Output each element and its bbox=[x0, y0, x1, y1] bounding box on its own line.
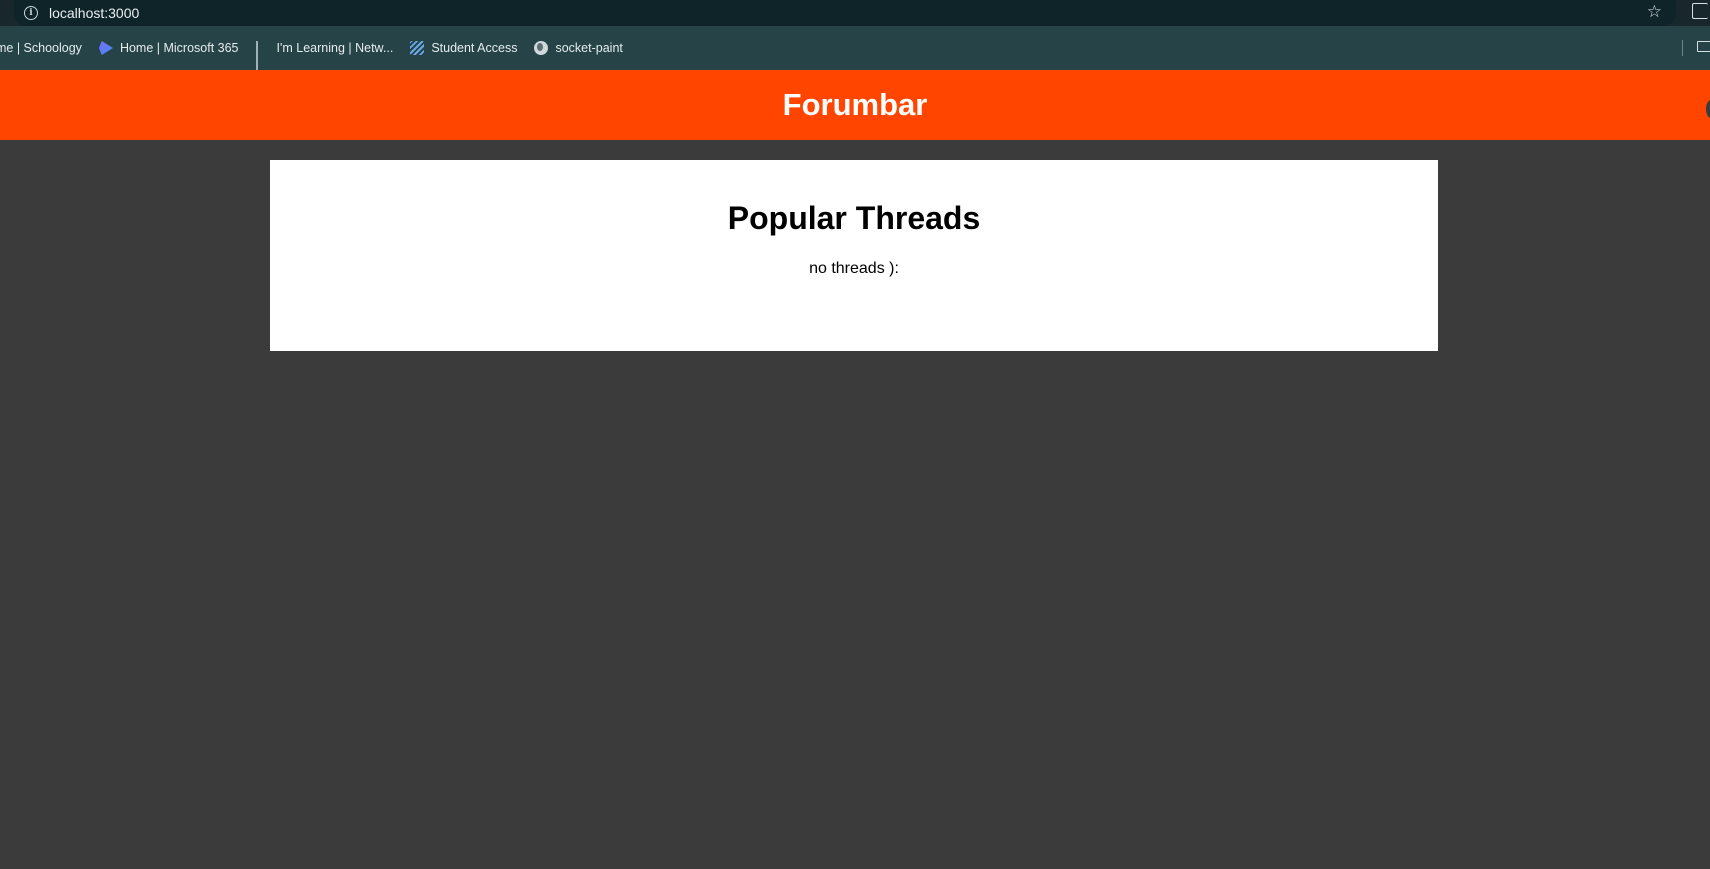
page-body: Forumbar Popular Threads no threads ): bbox=[0, 70, 1710, 869]
bookmark-schoology[interactable]: me | Schoology bbox=[0, 41, 82, 55]
bookmark-student-access[interactable]: Student Access bbox=[410, 41, 517, 55]
bookmark-netacad[interactable]: I'm Learning | Netw... bbox=[255, 41, 394, 73]
threads-heading: Popular Threads bbox=[727, 200, 981, 236]
bookmark-star-icon[interactable]: ☆ bbox=[1647, 2, 1662, 22]
bookmarks-bar: me | Schoology Home | Microsoft 365 I'm … bbox=[0, 26, 1710, 73]
bookmark-socket-paint[interactable]: socket-paint bbox=[534, 41, 623, 55]
bookmark-label: Student Access bbox=[431, 41, 518, 55]
student-access-icon bbox=[410, 41, 425, 55]
threads-card: Popular Threads no threads ): bbox=[270, 160, 1438, 351]
bookmark-label: me | Schoology bbox=[0, 41, 82, 55]
address-bar[interactable]: i localhost:3000 ☆ bbox=[14, 0, 1676, 26]
cisco-icon bbox=[255, 41, 270, 73]
extensions-icon[interactable] bbox=[1692, 3, 1708, 19]
scroll-edge bbox=[1706, 100, 1710, 118]
folder-icon[interactable] bbox=[1697, 41, 1710, 52]
browser-top-bar: i localhost:3000 ☆ bbox=[0, 0, 1710, 26]
site-title[interactable]: Forumbar bbox=[783, 87, 928, 123]
site-info-icon[interactable]: i bbox=[24, 6, 38, 20]
site-header: Forumbar bbox=[0, 70, 1710, 140]
globe-icon bbox=[534, 41, 549, 55]
bookmark-microsoft-365[interactable]: Home | Microsoft 365 bbox=[98, 41, 239, 55]
bookmark-label: I'm Learning | Netw... bbox=[276, 41, 394, 55]
empty-threads-message: no threads ): bbox=[809, 260, 899, 277]
bookmark-label: Home | Microsoft 365 bbox=[119, 41, 239, 55]
bookmark-label: socket-paint bbox=[555, 41, 623, 55]
microsoft-365-icon bbox=[98, 41, 113, 55]
bookmarks-divider bbox=[1682, 40, 1683, 56]
address-bar-url[interactable]: localhost:3000 bbox=[49, 5, 139, 21]
